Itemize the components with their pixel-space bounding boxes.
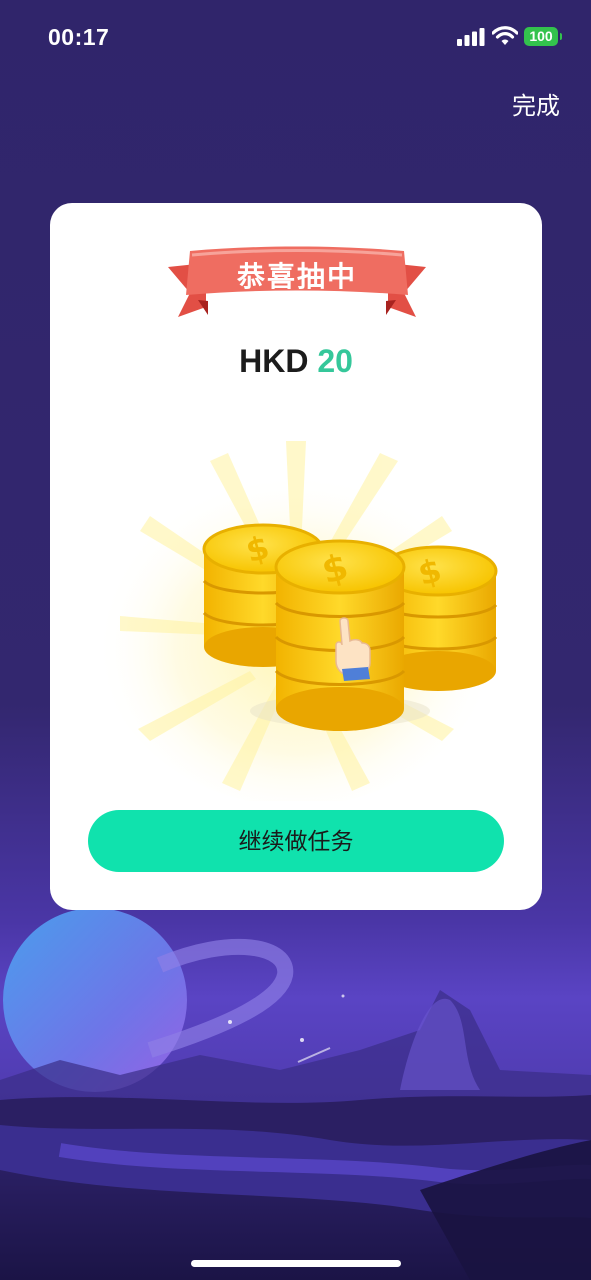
coin-stack-center: $ <box>250 539 430 731</box>
prize-dialog: 恭喜抽中 HKD 20 $ $ $ 继续做任务 <box>50 203 542 910</box>
banner-title: 恭喜抽中 <box>236 261 357 292</box>
prize-amount-line: HKD 20 <box>50 343 542 380</box>
done-button[interactable]: 完成 <box>512 86 560 121</box>
wifi-icon <box>492 26 518 45</box>
battery-icon: 100 <box>524 27 562 46</box>
home-indicator[interactable] <box>191 1260 401 1267</box>
status-bar: 00:17 100 <box>0 0 591 76</box>
congrats-banner: 恭喜抽中 <box>168 245 426 323</box>
status-time: 00:17 <box>48 24 110 50</box>
coins-illustration: $ $ $ <box>96 441 498 801</box>
prize-currency: HKD <box>239 343 309 379</box>
continue-task-button[interactable]: 继续做任务 <box>88 810 504 872</box>
prize-amount: 20 <box>317 343 353 379</box>
signal-icon <box>457 28 485 46</box>
